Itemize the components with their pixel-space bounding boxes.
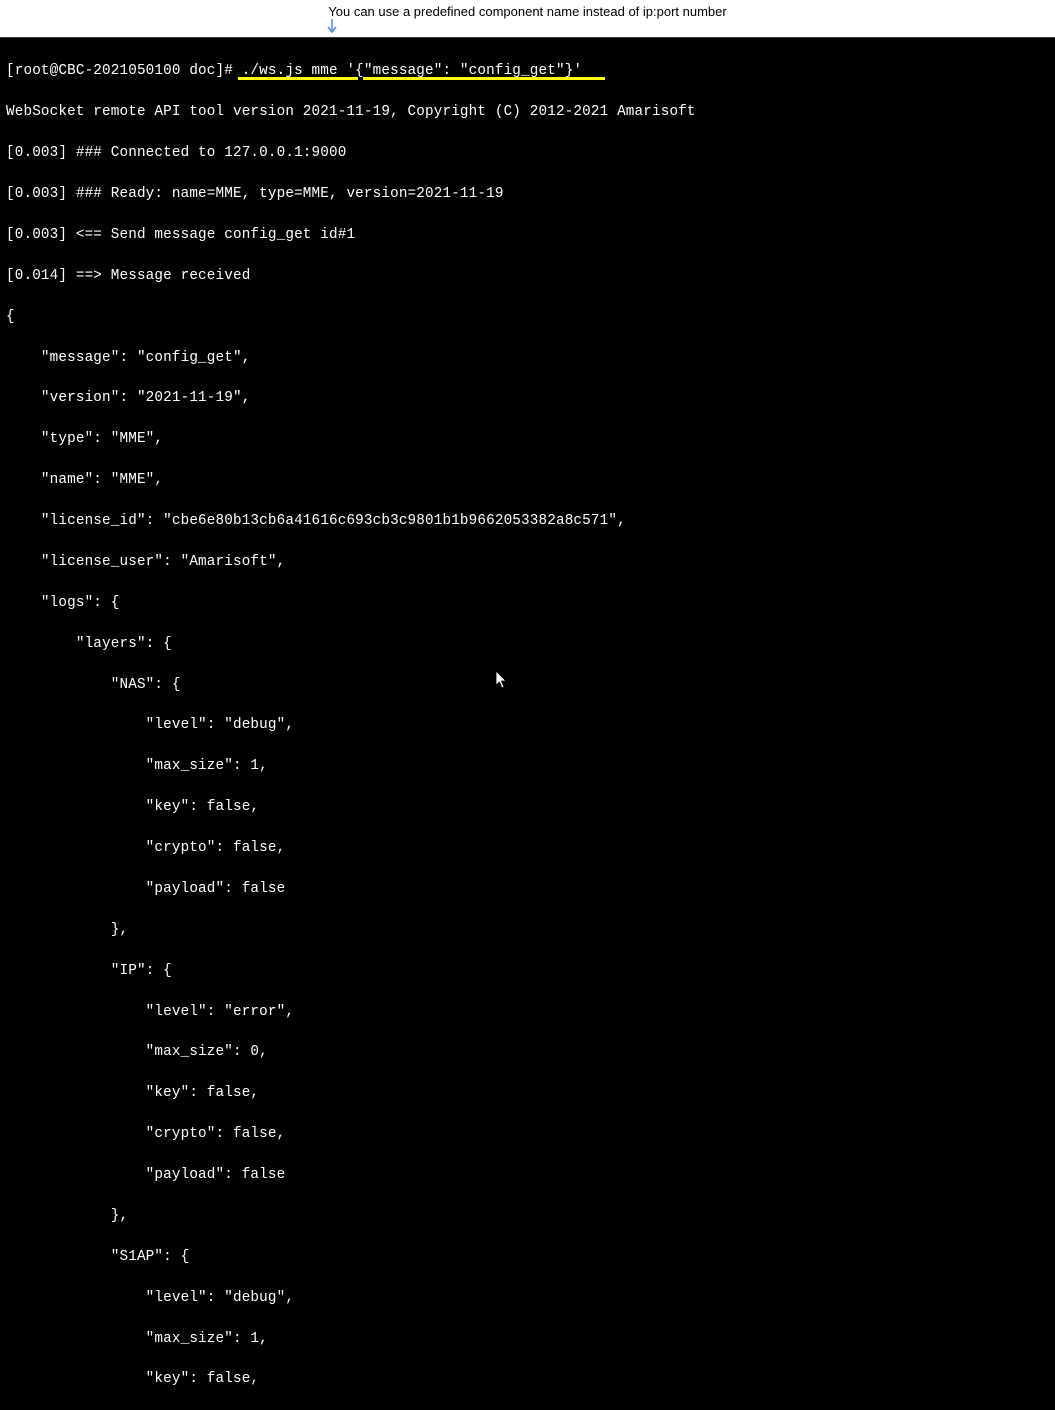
terminal-line: "name": "MME", xyxy=(6,470,1049,490)
terminal-line: { xyxy=(6,307,1049,327)
terminal-line: "payload": false xyxy=(6,1165,1049,1185)
terminal-line: [0.014] ==> Message received xyxy=(6,266,1049,286)
terminal-line: "crypto": false, xyxy=(6,1124,1049,1144)
terminal-line: "IP": { xyxy=(6,961,1049,981)
arrow-down-icon xyxy=(326,19,338,37)
terminal-line: "key": false, xyxy=(6,797,1049,817)
terminal-line: "type": "MME", xyxy=(6,429,1049,449)
terminal-line: "crypto": false, xyxy=(6,838,1049,858)
terminal-line: [0.003] ### Connected to 127.0.0.1:9000 xyxy=(6,143,1049,163)
command-prompt-line: [root@CBC-2021050100 doc]# ./ws.js mme '… xyxy=(6,61,1049,81)
terminal-line: "S1AP": { xyxy=(6,1247,1049,1267)
terminal-line: "max_size": 1, xyxy=(6,756,1049,776)
terminal-line: "level": "debug", xyxy=(6,715,1049,735)
terminal-line: "level": "debug", xyxy=(6,1288,1049,1308)
terminal-line: "key": false, xyxy=(6,1083,1049,1103)
terminal-line: "max_size": 0, xyxy=(6,1042,1049,1062)
terminal-line: }, xyxy=(6,920,1049,940)
terminal-line: "level": "error", xyxy=(6,1002,1049,1022)
terminal-line: "message": "config_get", xyxy=(6,348,1049,368)
terminal-line: "key": false, xyxy=(6,1369,1049,1389)
highlight-underline-2 xyxy=(363,77,605,80)
annotation-banner: You can use a predefined component name … xyxy=(0,0,1055,38)
terminal-line: "NAS": { xyxy=(6,675,1049,695)
terminal-line: "max_size": 1, xyxy=(6,1329,1049,1349)
terminal-line: }, xyxy=(6,1206,1049,1226)
mouse-cursor-icon xyxy=(495,670,509,695)
terminal-line: "version": "2021-11-19", xyxy=(6,388,1049,408)
highlight-underline-1 xyxy=(238,77,358,80)
terminal-line: "license_id": "cbe6e80b13cb6a41616c693cb… xyxy=(6,511,1049,531)
terminal-line: "logs": { xyxy=(6,593,1049,613)
terminal-line: "payload": false xyxy=(6,879,1049,899)
terminal-line: [0.003] ### Ready: name=MME, type=MME, v… xyxy=(6,184,1049,204)
terminal-output[interactable]: [root@CBC-2021050100 doc]# ./ws.js mme '… xyxy=(0,38,1055,1410)
terminal-line: "license_user": "Amarisoft", xyxy=(6,552,1049,572)
terminal-line: "layers": { xyxy=(6,634,1049,654)
terminal-line: [0.003] <== Send message config_get id#1 xyxy=(6,225,1049,245)
annotation-text: You can use a predefined component name … xyxy=(328,4,726,19)
terminal-line: WebSocket remote API tool version 2021-1… xyxy=(6,102,1049,122)
